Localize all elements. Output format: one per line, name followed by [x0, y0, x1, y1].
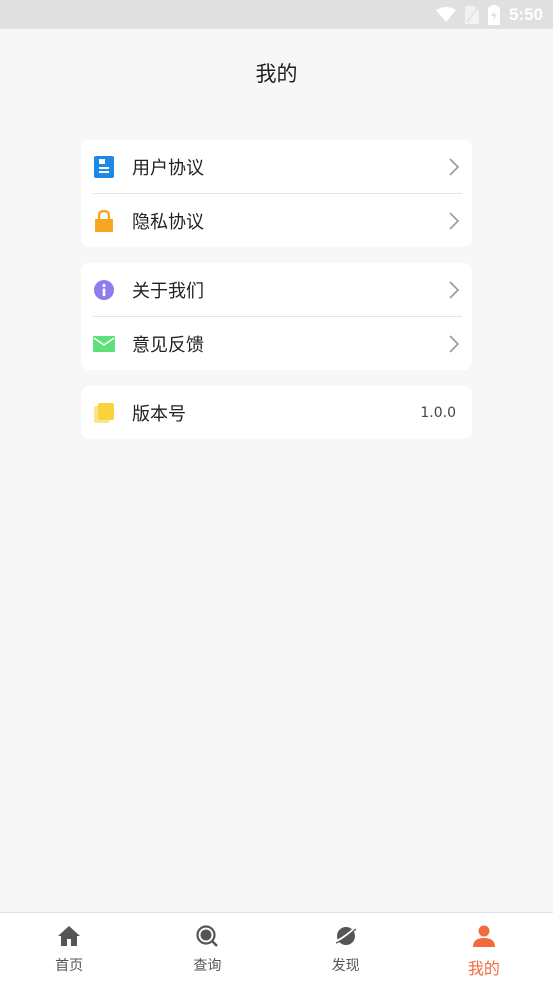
chevron-right-icon — [449, 157, 460, 176]
tab-home-label: 首页 — [55, 958, 84, 974]
status-bar: 5:50 — [0, 0, 553, 29]
info-icon — [93, 279, 115, 301]
about-us-label: 关于我们 — [132, 280, 204, 302]
feedback-label: 意见反馈 — [132, 334, 204, 356]
user-agreement-label: 用户协议 — [132, 157, 204, 179]
no-sim-icon — [464, 5, 479, 24]
wifi-icon — [435, 6, 456, 23]
version-icon — [93, 402, 115, 424]
document-icon — [93, 155, 115, 178]
user-agreement-row[interactable]: 用户协议 — [81, 140, 472, 193]
version-value: 1.0.0 — [420, 404, 456, 421]
feedback-row[interactable]: 意见反馈 — [81, 317, 472, 370]
tab-mine-label: 我的 — [467, 959, 500, 978]
home-icon — [56, 923, 82, 949]
tab-discover[interactable]: 发现 — [277, 913, 415, 983]
version-card: 版本号 1.0.0 — [81, 386, 472, 439]
discover-icon — [333, 923, 359, 949]
page-header: 我的 — [0, 29, 553, 117]
battery-icon — [487, 4, 500, 25]
tab-home[interactable]: 首页 — [0, 913, 138, 983]
privacy-agreement-row[interactable]: 隐私协议 — [81, 194, 472, 247]
version-label: 版本号 — [132, 403, 186, 425]
chevron-right-icon — [449, 211, 460, 230]
page-title: 我的 — [255, 62, 298, 86]
tab-discover-label: 发现 — [331, 958, 360, 974]
search-icon — [194, 923, 220, 949]
chevron-right-icon — [449, 280, 460, 299]
about-us-row[interactable]: 关于我们 — [81, 263, 472, 316]
tab-search-label: 查询 — [193, 958, 222, 974]
tab-search[interactable]: 查询 — [138, 913, 276, 983]
user-icon — [471, 923, 497, 949]
bottom-tab-bar: 首页 查询 发现 我的 — [0, 912, 553, 983]
about-card: 关于我们 意见反馈 — [81, 263, 472, 370]
lock-icon — [93, 209, 115, 232]
agreements-card: 用户协议 隐私协议 — [81, 140, 472, 247]
status-time: 5:50 — [508, 4, 543, 24]
privacy-agreement-label: 隐私协议 — [132, 211, 204, 233]
tab-mine[interactable]: 我的 — [415, 913, 553, 983]
version-row: 版本号 1.0.0 — [81, 386, 472, 439]
chevron-right-icon — [449, 334, 460, 353]
mail-icon — [93, 333, 115, 355]
